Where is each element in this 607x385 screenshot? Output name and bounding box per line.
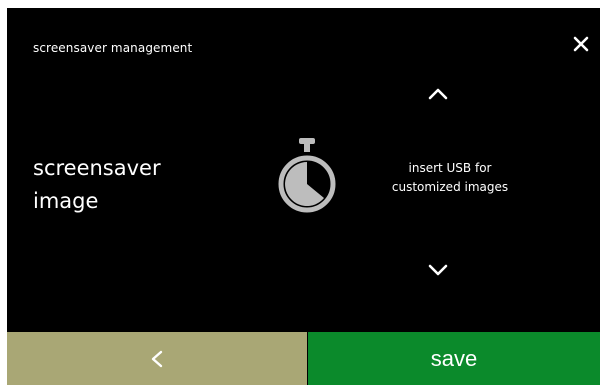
- usb-instruction-line1: insert USB for: [408, 161, 492, 175]
- setting-label-line1: screensaver: [33, 156, 161, 180]
- timer-icon: [278, 138, 336, 213]
- chevron-up-icon: [428, 88, 448, 100]
- usb-instruction: insert USB for customized images: [362, 159, 538, 197]
- setting-label-line2: image: [33, 189, 99, 213]
- chevron-down-icon: [428, 264, 448, 276]
- save-button[interactable]: save: [308, 332, 600, 385]
- chevron-left-icon: [151, 350, 163, 367]
- page-title: screensaver management: [33, 41, 193, 55]
- back-button[interactable]: [7, 332, 307, 385]
- scroll-down-button[interactable]: [426, 262, 450, 278]
- usb-instruction-line2: customized images: [391, 180, 509, 194]
- close-button[interactable]: [570, 33, 592, 55]
- scroll-up-button[interactable]: [426, 86, 450, 102]
- footer-bar: save: [7, 332, 600, 385]
- close-icon: [573, 36, 589, 52]
- setting-label: screensaver image: [33, 152, 161, 218]
- screen: screensaver management screensaver image…: [7, 8, 600, 385]
